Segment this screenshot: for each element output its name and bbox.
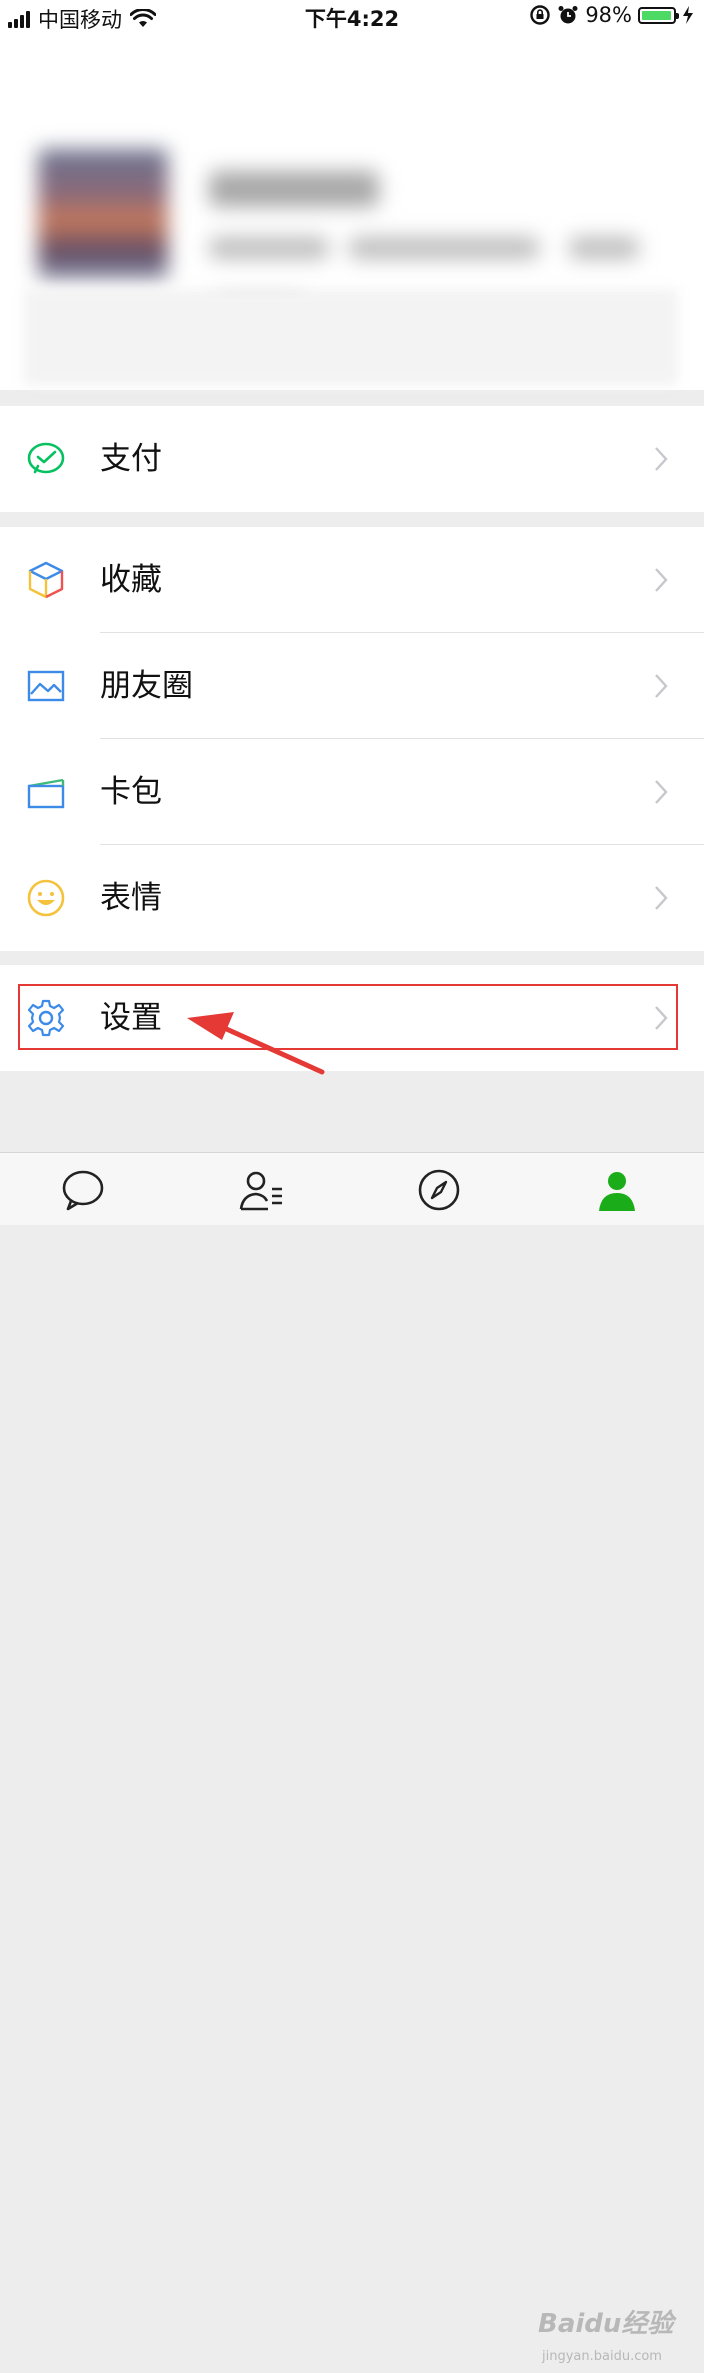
watermark-logo: Baidu经验 <box>538 2309 674 2339</box>
battery-percent: 98% <box>585 3 632 27</box>
smiley-icon <box>26 878 66 918</box>
menu-label-favorites: 收藏 <box>100 562 162 598</box>
charging-bolt-icon <box>683 6 693 24</box>
menu-item-pay[interactable]: 支付 <box>0 406 704 512</box>
baidu-watermark: Baidu经验 jingyan.baidu.com <box>538 2303 688 2373</box>
features-group: 收藏 朋友圈 卡包 表情 <box>0 527 704 951</box>
profile-header[interactable] <box>0 34 704 390</box>
chevron-right-icon <box>655 447 668 471</box>
tab-chats[interactable] <box>58 1167 108 1217</box>
menu-item-favorites[interactable]: 收藏 <box>0 527 704 633</box>
battery-level-fill <box>642 10 671 20</box>
cube-icon <box>26 560 66 600</box>
compass-icon <box>418 1169 460 1211</box>
status-bar: 中国移动 下午4:22 98% <box>0 0 704 34</box>
avatar[interactable] <box>38 149 168 279</box>
alarm-icon <box>558 6 578 24</box>
rotation-lock-icon <box>530 5 551 25</box>
contacts-icon <box>239 1171 282 1211</box>
menu-label-stickers: 表情 <box>100 880 162 916</box>
chevron-right-icon <box>655 568 668 592</box>
watermark-url: jingyan.baidu.com <box>542 2349 662 2364</box>
chat-bubble-icon <box>62 1170 104 1211</box>
profile-fade <box>24 289 678 385</box>
menu-label-cards: 卡包 <box>100 774 162 810</box>
tab-contacts[interactable] <box>236 1167 286 1217</box>
chevron-right-icon <box>655 886 668 910</box>
status-right: 98% <box>529 3 694 27</box>
menu-item-cards[interactable]: 卡包 <box>0 739 704 845</box>
pay-group: 支付 <box>0 406 704 512</box>
tab-discover[interactable] <box>414 1167 464 1217</box>
battery-icon <box>638 6 679 24</box>
tab-me[interactable] <box>592 1167 642 1217</box>
chevron-right-icon <box>655 780 668 804</box>
card-wallet-icon <box>26 772 66 812</box>
menu-item-moments[interactable]: 朋友圈 <box>0 633 704 739</box>
chevron-right-icon <box>655 674 668 698</box>
wechat-pay-icon <box>26 439 66 479</box>
highlight-box <box>18 984 678 1050</box>
tab-bar: Baidu经验 jingyan.baidu.com <box>0 1152 704 2364</box>
menu-item-stickers[interactable]: 表情 <box>0 845 704 951</box>
menu-label-pay: 支付 <box>100 441 162 477</box>
photo-icon <box>26 666 66 706</box>
menu-label-moments: 朋友圈 <box>100 668 193 704</box>
person-icon <box>599 1172 635 1211</box>
